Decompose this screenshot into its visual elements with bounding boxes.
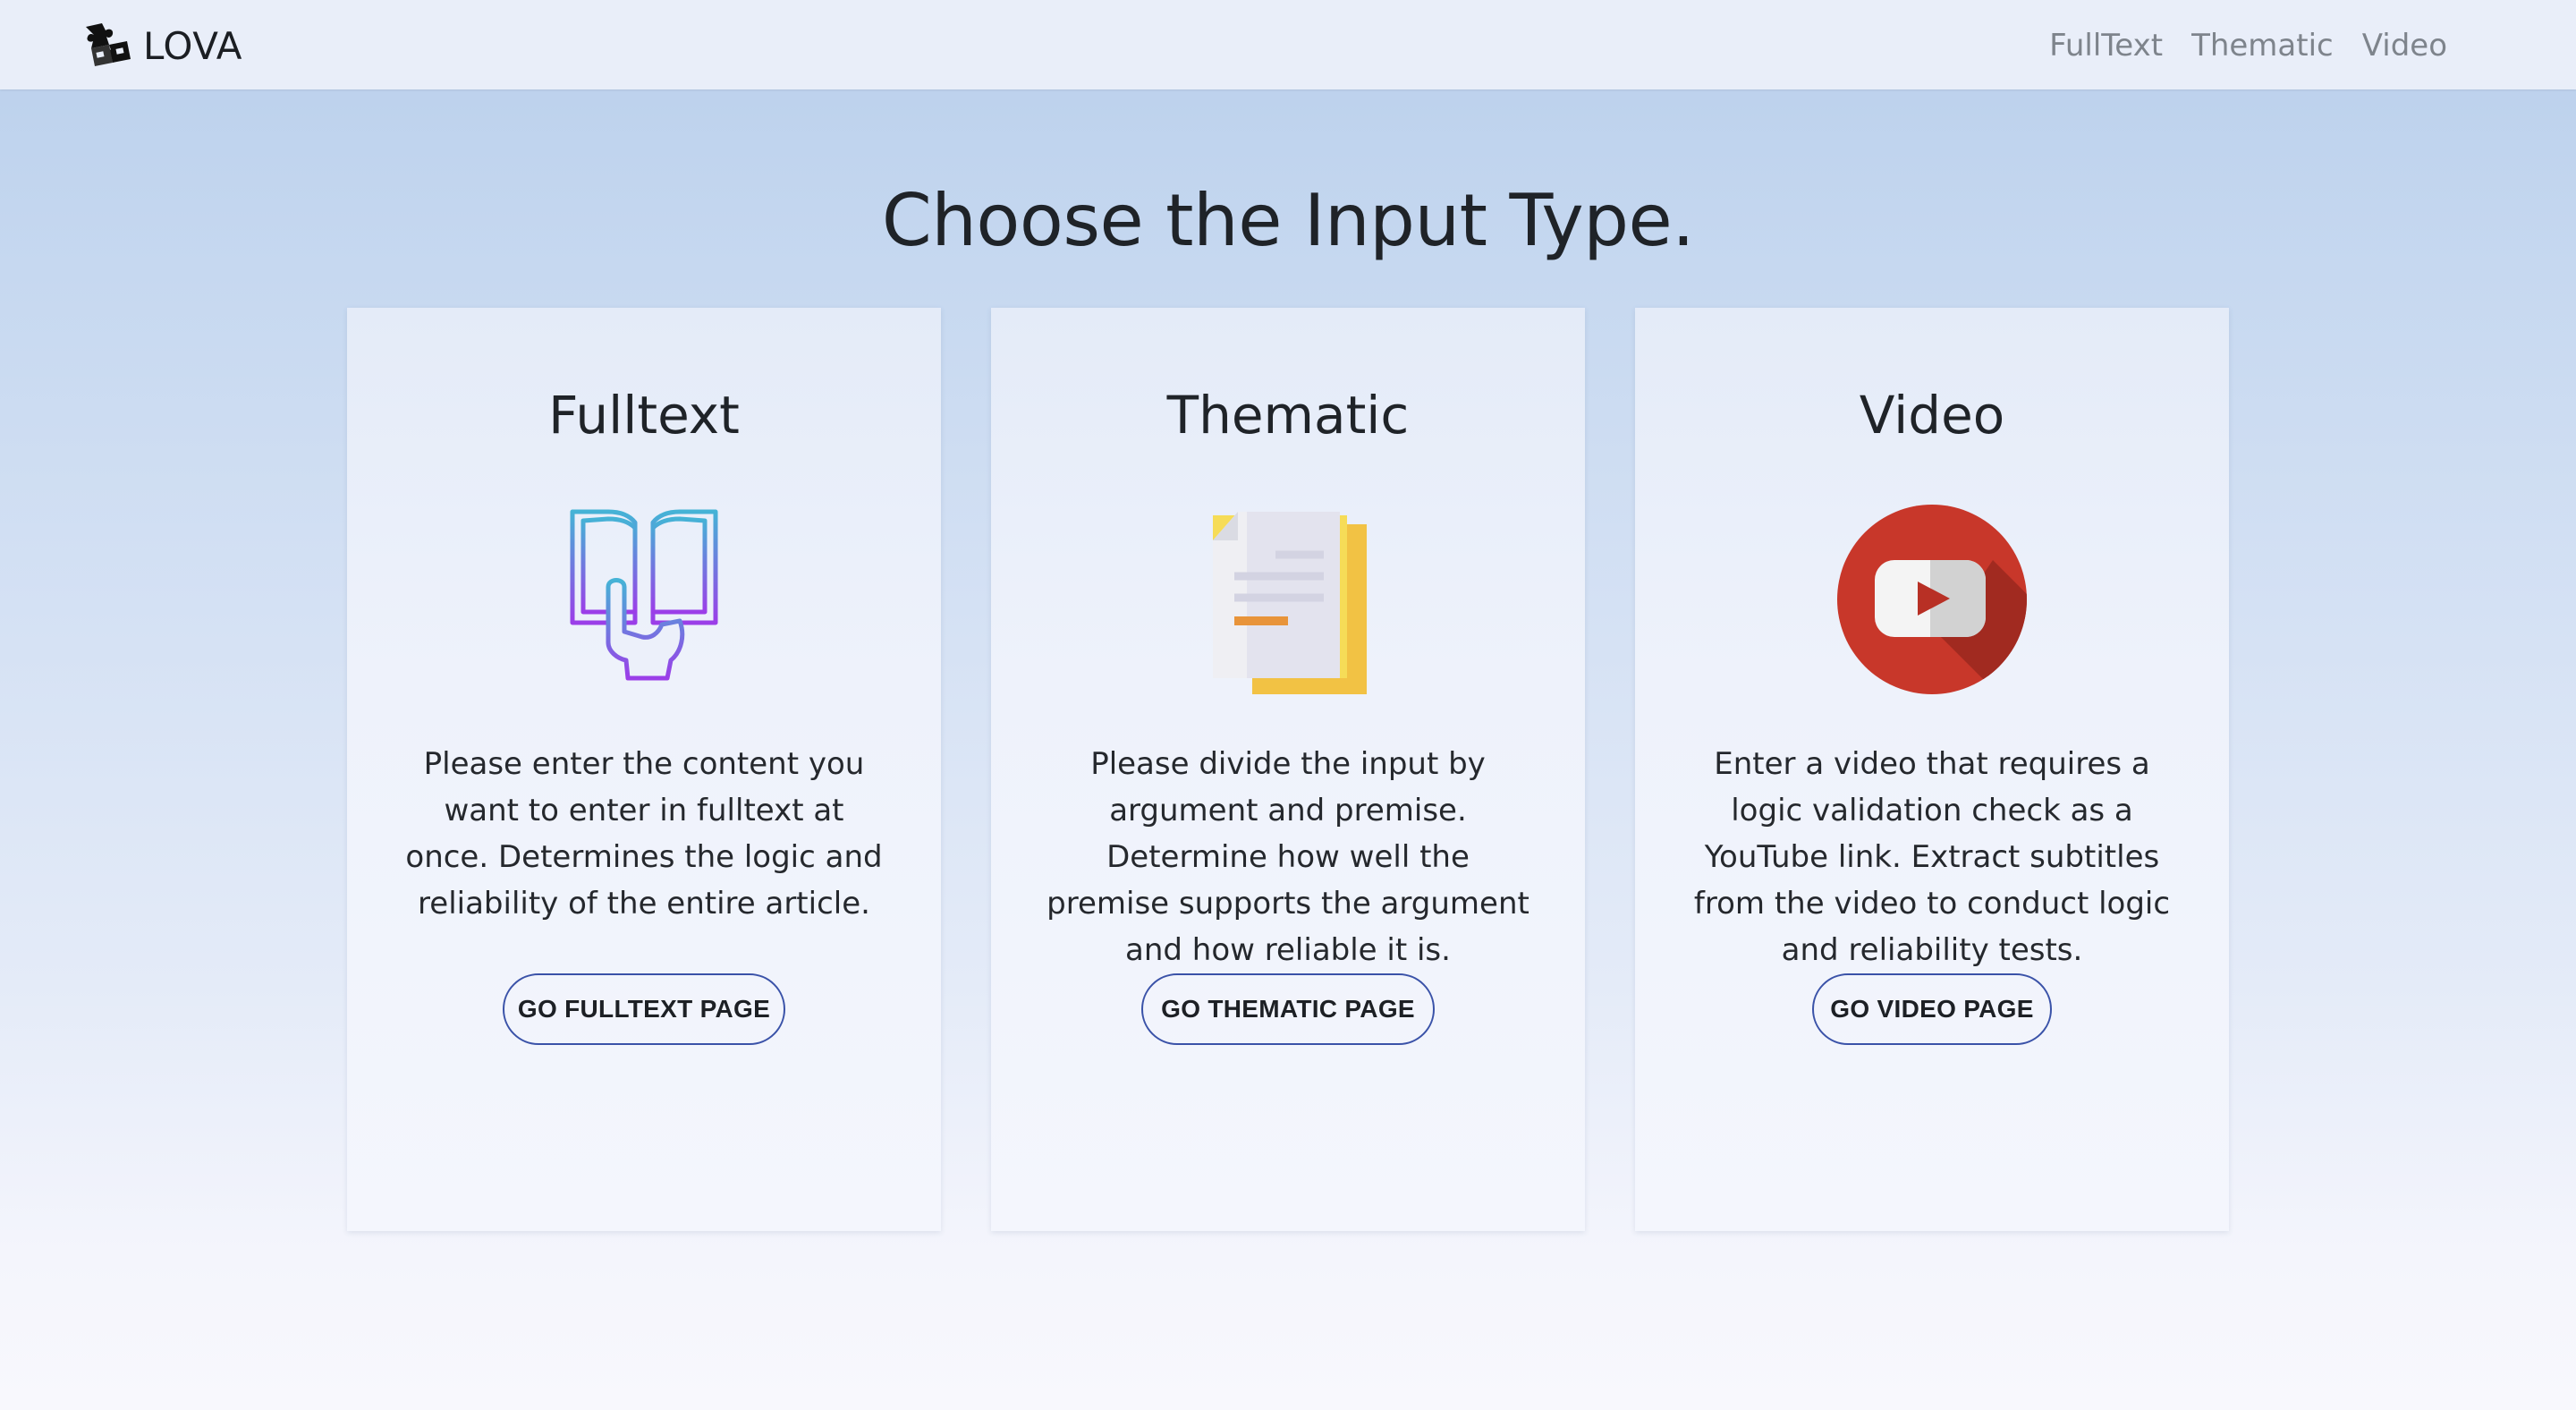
nav-links: FullText Thematic Video [2021, 21, 2447, 70]
youtube-play-icon [1837, 505, 2027, 694]
nav-link-video[interactable]: Video [2362, 28, 2447, 64]
card-description: Please enter the content you want to ent… [405, 746, 883, 922]
go-video-button[interactable]: GO VIDEO PAGE [1812, 973, 2052, 1045]
brand-name: LOVA [143, 23, 242, 68]
book-reading-icon [546, 509, 742, 697]
card-thematic: Thematic Please divide the input by argu… [991, 308, 1585, 1231]
go-fulltext-button[interactable]: GO FULLTEXT PAGE [503, 973, 785, 1045]
nav-link-thematic[interactable]: Thematic [2191, 28, 2334, 64]
page-title: Choose the Input Type. [881, 179, 1695, 262]
documents-icon [1213, 512, 1367, 694]
brand-link[interactable]: LOVA [82, 21, 242, 70]
card-fulltext: Fulltext Please enter the content you wa… [347, 308, 941, 1231]
card-title: Fulltext [548, 385, 740, 446]
puzzle-icon [86, 23, 131, 66]
card-description: Please divide the input by argument and … [1046, 746, 1530, 968]
card-title: Thematic [1166, 385, 1410, 446]
card-video: Video Enter a video that requires a logi… [1635, 308, 2229, 1231]
card-title: Video [1859, 385, 2005, 446]
go-thematic-button[interactable]: GO THEMATIC PAGE [1141, 973, 1435, 1045]
nav-link-fulltext[interactable]: FullText [2049, 28, 2163, 64]
navbar: LOVA FullText Thematic Video [0, 0, 2576, 89]
card-description: Enter a video that requires a logic vali… [1693, 746, 2171, 968]
